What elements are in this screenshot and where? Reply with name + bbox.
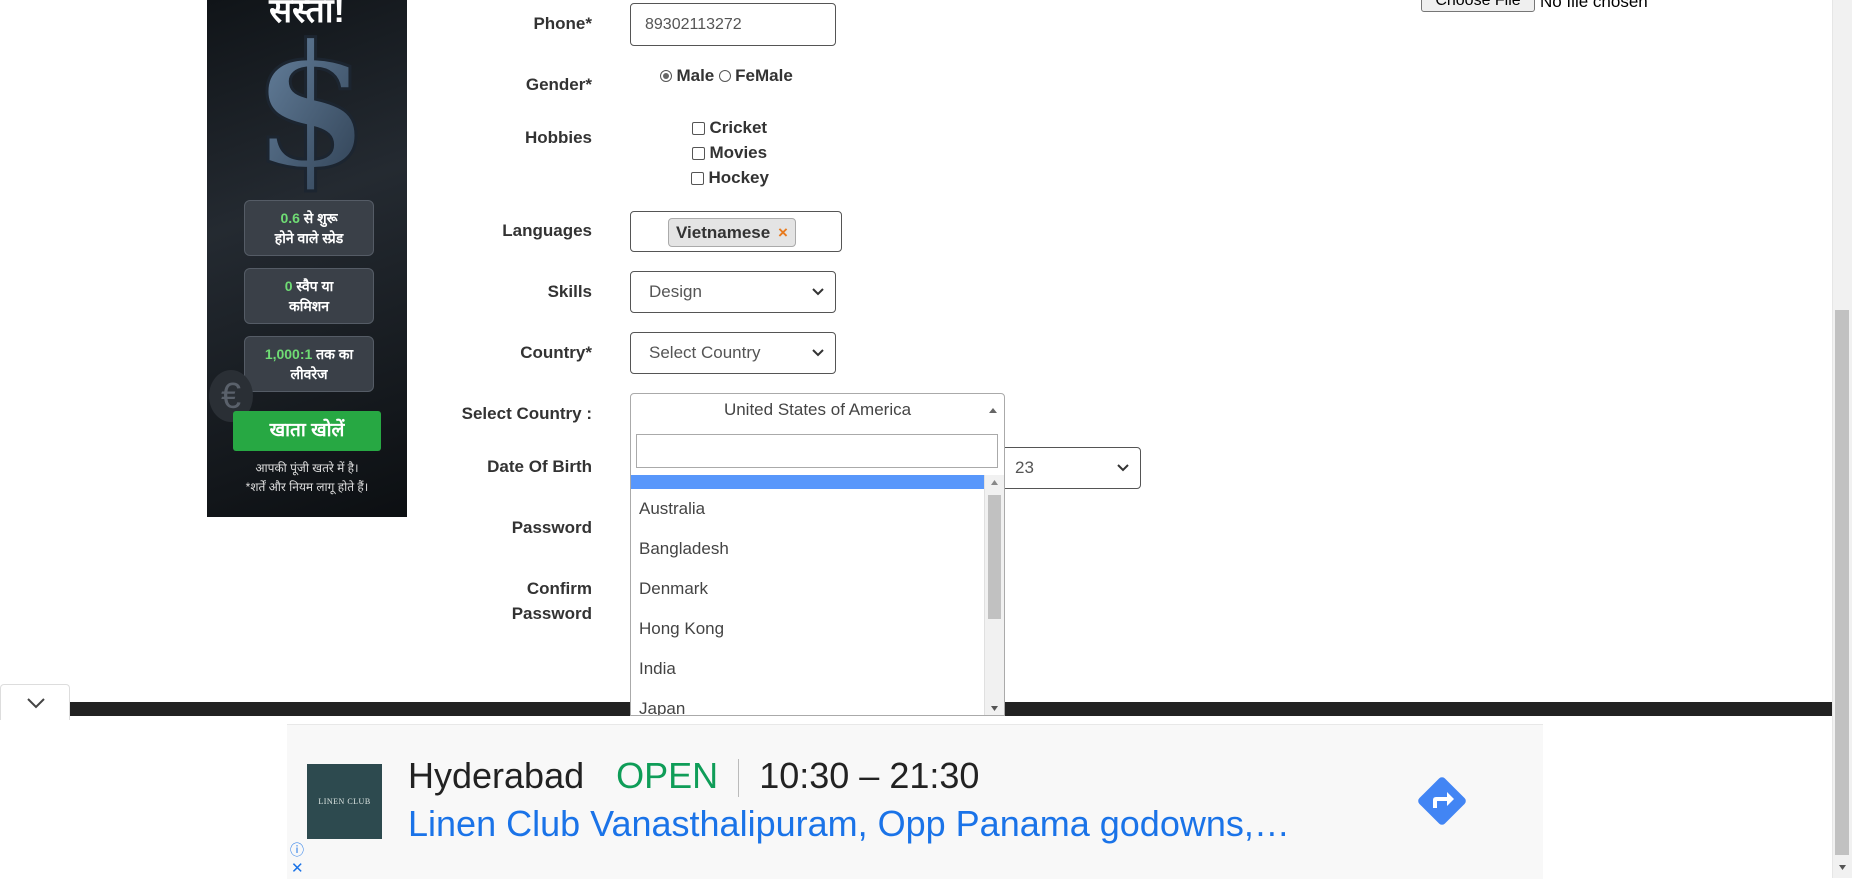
highlighted-option[interactable] (631, 475, 984, 489)
country-option-japan[interactable]: Japan (639, 699, 685, 715)
select-country-value: United States of America (723, 400, 912, 419)
ad-info-icon[interactable]: ⓘ (290, 840, 304, 860)
language-tag-label: Vietnamese (676, 223, 771, 242)
scroll-down-arrow-icon[interactable] (990, 705, 999, 712)
gender-male-label: Male (676, 66, 715, 85)
svg-text:$: $ (252, 16, 370, 196)
country-select-value: Select Country (649, 343, 761, 362)
hobby-cricket[interactable]: Cricket (692, 118, 767, 138)
hobby-hockey[interactable]: Hockey (691, 168, 769, 188)
country-option-denmark[interactable]: Denmark (639, 579, 708, 599)
ad-close-icon[interactable]: ✕ (291, 859, 304, 877)
hobby-cricket-checkbox[interactable] (692, 121, 705, 135)
hobby-hockey-label: Hockey (708, 168, 769, 187)
gender-label: Gender* (525, 75, 592, 94)
country-label: Country* (520, 343, 592, 362)
chevron-down-icon (812, 349, 824, 357)
arrow-up-icon (989, 408, 997, 413)
password-label: Password (511, 518, 592, 537)
collapse-ad-tab[interactable] (0, 684, 70, 720)
dob-day-select[interactable]: 23 (990, 447, 1141, 489)
chevron-down-icon (1117, 464, 1129, 472)
country-select[interactable]: Select Country (630, 332, 836, 374)
skills-select[interactable]: Design (630, 271, 836, 313)
ad-divider (738, 759, 740, 798)
gender-male-radio[interactable] (660, 70, 672, 82)
select-country-dropdown[interactable]: United States of America (630, 393, 1005, 427)
hobby-movies-label: Movies (709, 143, 768, 162)
gender-female-label: FeMale (735, 66, 793, 85)
chevron-down-icon (812, 288, 824, 296)
scroll-up-arrow-icon[interactable] (990, 479, 999, 486)
languages-label: Languages (502, 221, 592, 240)
hobby-movies[interactable]: Movies (692, 143, 767, 163)
phone-input[interactable] (630, 3, 836, 46)
ad-city: Hyderabad (408, 755, 585, 796)
language-tag: Vietnamese × (668, 218, 796, 247)
country-search-input[interactable] (636, 434, 998, 468)
gender-radio-group: Male FeMale (660, 66, 793, 86)
hobby-hockey-checkbox[interactable] (691, 171, 704, 185)
directions-icon[interactable] (1411, 770, 1473, 832)
file-status: No file chosen (1540, 0, 1648, 11)
language-tag-remove-icon[interactable]: × (778, 223, 788, 242)
dob-label: Date Of Birth (487, 457, 592, 476)
ad-disclaimer-2: *शर्तें और नियम लागू होते हैं। (245, 480, 369, 494)
hobby-movies-checkbox[interactable] (692, 146, 705, 160)
country-dropdown-panel: Australia Bangladesh Denmark Hong Kong I… (630, 426, 1005, 716)
skills-label: Skills (547, 282, 592, 301)
dropdown-scroll-thumb[interactable] (988, 495, 1001, 619)
page-scroll-thumb[interactable] (1835, 310, 1849, 855)
country-option-india[interactable]: India (639, 659, 676, 679)
gender-female-radio[interactable] (718, 70, 731, 82)
ad-hours: 10:30 – 21:30 (759, 755, 980, 796)
country-option-bangladesh[interactable]: Bangladesh (639, 539, 729, 559)
country-option-hong-kong[interactable]: Hong Kong (639, 619, 724, 639)
linen-club-logo: LINEN CLUB (307, 764, 382, 839)
confirm-password-label-1: Confirm (526, 579, 592, 598)
ad-address-link[interactable]: Linen Club Vanasthalipuram, Opp Panama g… (408, 803, 1290, 845)
ad-open-status: OPEN (616, 755, 719, 796)
languages-multiselect[interactable]: Vietnamese × (630, 211, 842, 252)
choose-file-button[interactable]: Choose File (1421, 0, 1535, 12)
hobby-cricket-label: Cricket (709, 118, 768, 137)
confirm-password-label-2: Password (511, 604, 592, 623)
bottom-ad-banner[interactable]: LINEN CLUB Hyderabad OPEN 10:30 – 21:30 … (287, 724, 1543, 879)
dollar-3d-icon: $ (250, 16, 371, 196)
select-country-label: Select Country : (461, 404, 592, 423)
phone-label: Phone* (533, 14, 592, 33)
chevron-down-icon (27, 698, 45, 709)
country-option-australia[interactable]: Australia (639, 499, 705, 519)
dropdown-scrollbar[interactable] (984, 475, 1004, 715)
hobbies-label: Hobbies (524, 128, 592, 147)
dob-day-value: 23 (1015, 458, 1034, 477)
skills-select-value: Design (649, 282, 702, 301)
scroll-down-arrow-icon[interactable] (1838, 864, 1847, 871)
